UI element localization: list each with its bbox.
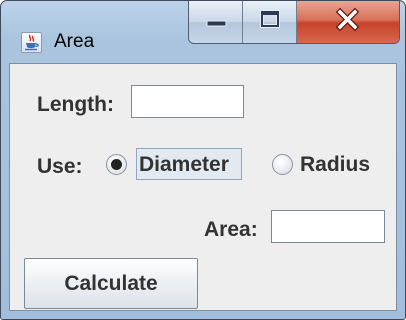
diameter-label[interactable]: Diameter xyxy=(139,152,229,178)
radius-radio[interactable] xyxy=(272,154,293,175)
area-output-field[interactable] xyxy=(271,210,385,243)
radio-selected-dot xyxy=(111,159,122,170)
length-input[interactable] xyxy=(131,85,244,118)
close-icon xyxy=(335,7,360,32)
content-panel: Length: Use: Diameter Radius Area: Calcu… xyxy=(9,63,397,311)
calculate-button[interactable]: Calculate xyxy=(24,258,198,309)
area-label: Area: xyxy=(204,218,258,241)
minimize-button[interactable] xyxy=(189,1,243,43)
window-controls xyxy=(188,1,400,44)
window-title: Area xyxy=(54,31,95,52)
title-bar[interactable]: Area xyxy=(1,1,405,63)
length-label: Length: xyxy=(37,93,114,116)
diameter-radio[interactable] xyxy=(106,154,127,175)
minimize-icon xyxy=(206,20,227,27)
app-window: Area Length: Use: Diameter Radius Area: … xyxy=(0,0,406,320)
java-cup-icon xyxy=(21,32,42,53)
maximize-icon xyxy=(260,10,280,28)
use-label: Use: xyxy=(37,155,83,178)
radius-label[interactable]: Radius xyxy=(300,152,370,178)
maximize-button[interactable] xyxy=(243,1,297,43)
close-button[interactable] xyxy=(297,1,399,43)
